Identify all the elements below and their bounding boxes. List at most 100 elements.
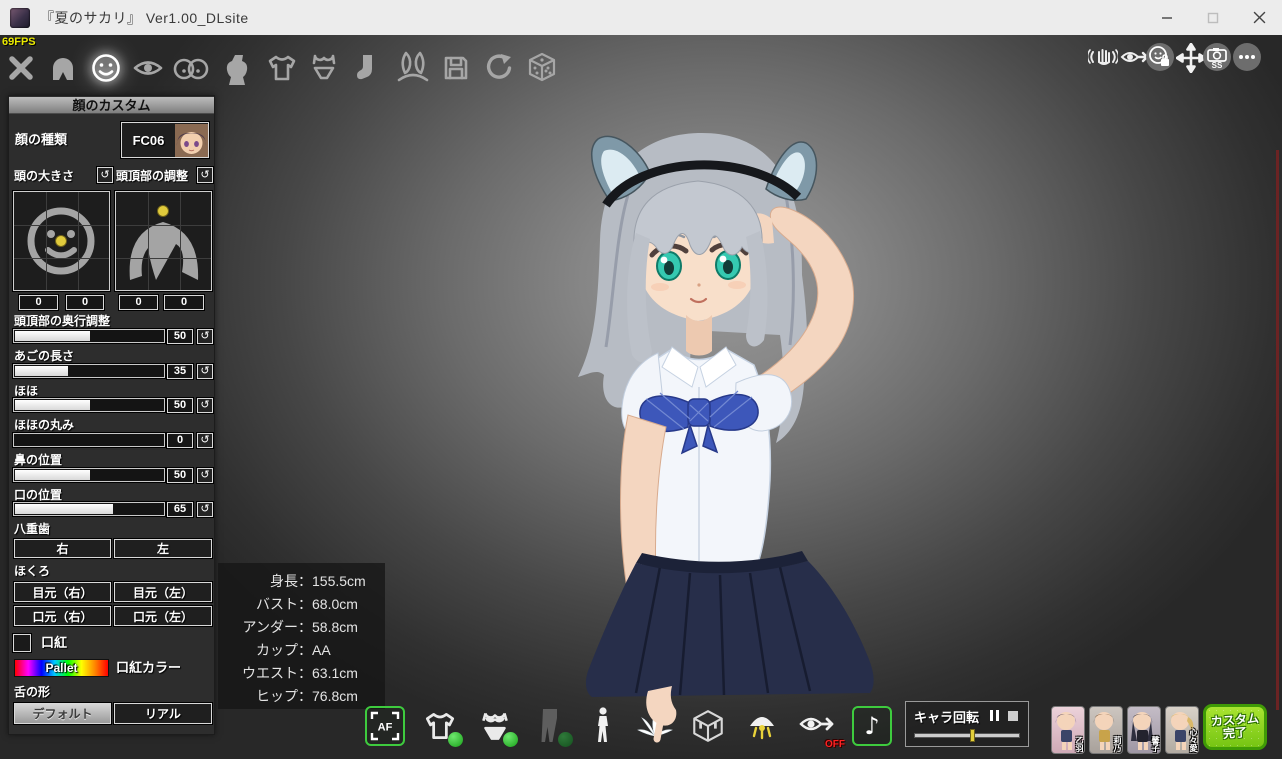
head-top-pad[interactable] xyxy=(114,190,213,292)
lipstick-checkbox[interactable] xyxy=(12,633,32,653)
toggle-underwear-button[interactable] xyxy=(473,703,518,749)
slider-value[interactable]: 35 xyxy=(166,363,194,380)
minimize-button[interactable] xyxy=(1144,0,1190,35)
character-tab-keiko[interactable]: 馨子 xyxy=(1127,706,1161,754)
app-window: 『夏のサカリ』 Ver1.00_DLsite 69FPS SS 顔のカスタム 顔… xyxy=(0,0,1282,759)
top-clothes-tab-button[interactable] xyxy=(263,49,301,87)
slider-reset-button[interactable]: ↺ xyxy=(196,432,214,449)
body-stats-panel: 身長： 155.5cm バスト： 68.0cm アンダー： 58.8cm カップ： AA… xyxy=(218,563,385,709)
toggle-top-clothes-button[interactable] xyxy=(418,703,463,749)
screenshot-button[interactable]: SS xyxy=(1203,43,1231,71)
head-top-label: 頭頂部の調整 xyxy=(116,169,189,183)
slider-reset-button[interactable]: ↺ xyxy=(196,397,214,414)
close-window-button[interactable] xyxy=(1236,0,1282,35)
pose-button[interactable] xyxy=(581,703,625,749)
slider-reset-button[interactable]: ↺ xyxy=(196,363,214,380)
haptic-hand-button[interactable] xyxy=(1088,43,1118,73)
slider-track[interactable] xyxy=(12,501,166,517)
music-button[interactable]: ♪ xyxy=(850,703,894,749)
slider-label: 口の位置 xyxy=(14,488,63,502)
tongue-real-button[interactable]: リアル xyxy=(113,702,213,725)
slider-value[interactable]: 50 xyxy=(166,328,194,345)
slider-track[interactable] xyxy=(12,467,166,483)
head-size-y-value[interactable]: 0 xyxy=(65,294,105,311)
head-size-reset-button[interactable]: ↺ xyxy=(96,166,114,184)
head-size-x-value[interactable]: 0 xyxy=(18,294,59,311)
save-button[interactable] xyxy=(437,49,475,87)
toggle-on-badge xyxy=(503,732,518,747)
gaze-off-button[interactable]: OFF xyxy=(795,703,845,750)
hokuro-mouth-right-button[interactable]: 口元（右） xyxy=(13,605,112,627)
head-top-pad-handle[interactable] xyxy=(157,205,169,217)
move-camera-button[interactable] xyxy=(1176,43,1206,73)
splash-icon xyxy=(637,711,673,737)
undo-button[interactable] xyxy=(480,49,518,87)
slider-track[interactable] xyxy=(12,432,166,448)
slider-track[interactable] xyxy=(12,397,166,413)
accessory-tab-button[interactable] xyxy=(394,49,432,87)
face-type-button[interactable]: FC06 xyxy=(120,121,210,159)
close-edit-button[interactable] xyxy=(2,49,40,87)
underwear-tab-button[interactable] xyxy=(305,49,343,87)
expression-lock-button[interactable] xyxy=(1146,43,1174,71)
rotation-pause-button[interactable] xyxy=(988,709,1000,724)
tongue-default-button[interactable]: デフォルト xyxy=(13,702,112,725)
hokuro-eye-left-button[interactable]: 目元（左） xyxy=(113,581,213,603)
slider-label: あごの長さ xyxy=(14,349,75,363)
slider-reset-button[interactable]: ↺ xyxy=(196,328,214,345)
more-options-button[interactable] xyxy=(1233,43,1261,71)
music-note-icon: ♪ xyxy=(864,712,880,740)
head-top-y-value[interactable]: 0 xyxy=(163,294,205,311)
gaze-off-icon xyxy=(799,717,834,731)
legwear-tab-button[interactable] xyxy=(348,49,386,87)
slider-track[interactable] xyxy=(12,363,166,379)
slider-label: ほほの丸み xyxy=(14,418,75,432)
eyes-tab-button[interactable] xyxy=(129,49,167,87)
head-top-reset-button[interactable]: ↺ xyxy=(196,166,214,184)
head-size-pad[interactable] xyxy=(12,190,111,292)
svg-text:SS: SS xyxy=(1212,61,1223,69)
maximize-button[interactable] xyxy=(1190,0,1236,35)
tongue-label: 舌の形 xyxy=(14,685,51,699)
autofocus-button[interactable]: AF xyxy=(363,703,407,749)
yaeba-right-button[interactable]: 右 xyxy=(13,538,112,559)
slider-label: ほほ xyxy=(14,384,39,398)
stat-row: ウエスト： 63.1cm xyxy=(242,665,358,681)
slider-value[interactable]: 50 xyxy=(166,397,194,414)
slider-label: 鼻の位置 xyxy=(14,453,63,467)
slider-value[interactable]: 50 xyxy=(166,467,194,484)
head-size-pad-handle[interactable] xyxy=(55,235,67,247)
splash-effect-button[interactable] xyxy=(633,703,677,749)
window-title: 『夏のサカリ』 Ver1.00_DLsite xyxy=(40,9,249,26)
toggle-legwear-button[interactable] xyxy=(528,703,573,749)
hair-tab-button[interactable] xyxy=(44,49,82,87)
yaeba-left-button[interactable]: 左 xyxy=(113,538,213,559)
rotation-slider-handle[interactable] xyxy=(970,729,976,742)
slider-track[interactable] xyxy=(12,328,166,344)
cube-icon xyxy=(693,710,723,742)
character-tab-kokoa[interactable]: 心々愛 xyxy=(1165,706,1199,754)
character-tab-otoha[interactable]: 乙羽 xyxy=(1051,706,1085,754)
slider-value[interactable]: 65 xyxy=(166,501,194,518)
chest-tab-button[interactable] xyxy=(172,49,210,87)
body-tab-button[interactable] xyxy=(220,49,258,87)
random-dice-button[interactable] xyxy=(523,49,561,87)
rotation-slider[interactable] xyxy=(914,729,1020,742)
stat-row: 身長： 155.5cm xyxy=(270,573,366,589)
slider-reset-button[interactable]: ↺ xyxy=(196,467,214,484)
cube-button[interactable] xyxy=(686,703,730,749)
rotation-stop-button[interactable] xyxy=(1008,709,1018,724)
custom-complete-button[interactable]: カスタム 完了 xyxy=(1203,704,1267,750)
head-top-x-value[interactable]: 0 xyxy=(118,294,159,311)
slider-value[interactable]: 0 xyxy=(166,432,194,449)
hokuro-eye-right-button[interactable]: 目元（右） xyxy=(13,581,112,603)
face-tab-button[interactable] xyxy=(87,49,125,87)
lip-color-pallet-button[interactable]: Pallet xyxy=(14,659,109,677)
pose-person-icon xyxy=(598,707,608,742)
slider-reset-button[interactable]: ↺ xyxy=(196,501,214,518)
light-button[interactable] xyxy=(740,703,784,749)
character-tab-rino[interactable]: 莉乃 xyxy=(1089,706,1123,754)
hokuro-mouth-left-button[interactable]: 口元（左） xyxy=(113,605,213,627)
haptic-hand-icon xyxy=(1088,49,1118,65)
camera-ss-icon: SS xyxy=(1207,48,1227,69)
